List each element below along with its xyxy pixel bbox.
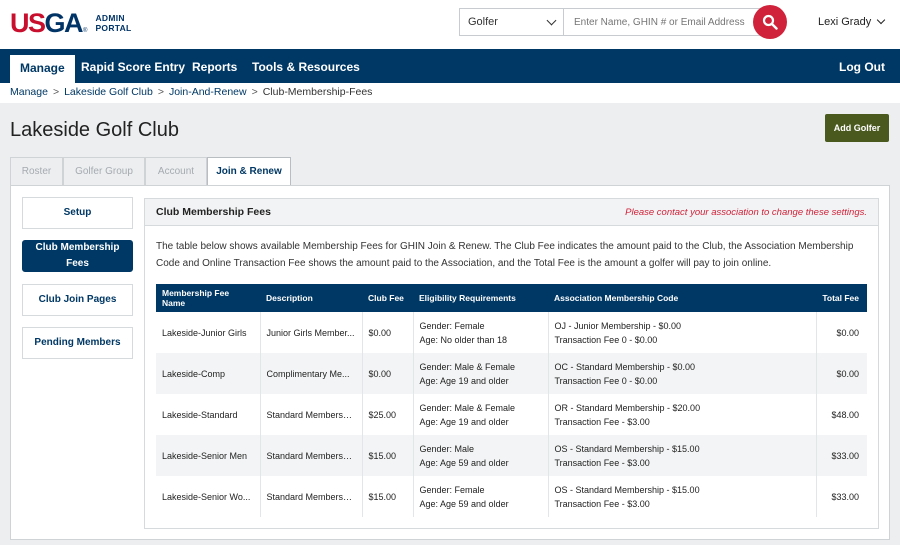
description-text: The table below shows available Membersh… [156,241,854,269]
association-code-cell: OC - Standard Membership - $0.00 Transact… [548,353,817,394]
col-fee-name: Membership Fee Name [156,284,260,312]
chevron-down-icon [546,15,557,25]
col-total-fee: Total Fee [816,284,867,312]
club-fee-cell: $15.00 [362,476,414,517]
main-nav: Manage Rapid Score Entry Reports Tools &… [0,49,900,83]
search-bar: Golfer [459,8,779,36]
side-menu-pending-members[interactable]: Pending Members [22,327,133,359]
search-input[interactable] [564,9,778,35]
fee-name-cell: Lakeside-Junior Girls [156,312,261,353]
chevron-down-icon [876,15,886,25]
breadcrumb-club[interactable]: Lakeside Golf Club [64,86,153,98]
fee-name-cell: Lakeside-Standard [156,394,261,435]
association-code-cell: OJ - Junior Membership - $0.00 Transactio… [548,312,817,353]
eligibility-cell: Gender: Male & Female Age: Age 19 and old… [413,394,549,435]
fee-name-cell: Lakeside-Senior Wo... [156,476,261,517]
tab-join-renew[interactable]: Join & Renew [207,157,291,186]
logo-wordmark: USGA [10,8,83,38]
total-fee-cell: $48.00 [831,409,859,420]
warning-text: Please contact your association to chang… [625,206,867,218]
col-eligibility: Eligibility Requirements [413,284,548,312]
description-cell: Standard Membersh... [260,394,363,435]
breadcrumb-current: Club-Membership-Fees [262,86,373,98]
col-description: Description [260,284,362,312]
association-code-cell: OR - Standard Membership - $20.00 Transac… [548,394,817,435]
description-cell: Complimentary Me... [260,353,363,394]
add-golfer-button[interactable]: Add Golfer [825,114,889,142]
usga-logo[interactable]: USGA ® ADMIN PORTAL [10,8,132,38]
table-row[interactable]: Lakeside-Junior Girls Junior Girls Member… [156,312,867,353]
association-code-cell: OS - Standard Membership - $15.00 Transac… [548,476,817,517]
nav-reports[interactable]: Reports [182,56,247,83]
nav-tools-resources[interactable]: Tools & Resources [242,56,370,83]
logo-subtitle: ADMIN PORTAL [95,13,132,33]
nav-rapid-score-entry[interactable]: Rapid Score Entry [71,56,195,83]
breadcrumb: Manage > Lakeside Golf Club > Join-And-Renew… [0,83,900,103]
fee-name-cell: Lakeside-Senior Men [156,435,261,476]
club-fee-cell: $0.00 [362,312,414,353]
card-header: Club Membership Fees Please contact your… [145,199,878,226]
fee-name-cell: Lakeside-Comp [156,353,261,394]
description-cell: Standard Membersh... [260,476,363,517]
logout-button[interactable]: Log Out [829,56,895,83]
search-type-select[interactable]: Golfer [460,9,564,35]
col-association-code: Association Membership Code [548,284,816,312]
page-title: Lakeside Golf Club [10,119,179,141]
membership-fees-card: Club Membership Fees Please contact your… [144,198,879,529]
eligibility-cell: Gender: Female Age: Age 59 and older [413,476,549,517]
side-menu-club-join-pages[interactable]: Club Join Pages [22,284,133,316]
top-header: USGA ® ADMIN PORTAL Golfer Lexi Grady [0,0,900,49]
breadcrumb-join-renew[interactable]: Join-And-Renew [169,86,247,98]
breadcrumb-manage[interactable]: Manage [10,86,48,98]
tab-golfer-group[interactable]: Golfer Group [63,157,145,185]
total-fee-cell: $0.00 [816,353,867,394]
user-menu[interactable]: Lexi Grady [818,15,886,28]
table-row[interactable]: Lakeside-Standard Standard Membersh... $25… [156,394,867,435]
description-cell: Standard Membersh... [260,435,363,476]
search-icon [762,14,778,30]
association-code-cell: OS - Standard Membership - $15.00 Transac… [548,435,817,476]
eligibility-cell: Gender: Female Age: No older than 18 [413,312,549,353]
side-menu-setup[interactable]: Setup [22,197,133,229]
eligibility-cell: Gender: Male & Female Age: Age 19 and old… [413,353,549,394]
tab-roster[interactable]: Roster [10,157,63,185]
total-fee-cell: $0.00 [836,327,859,338]
eligibility-cell: Gender: Male Age: Age 59 and older [413,435,549,476]
col-club-fee: Club Fee [362,284,413,312]
main-panel: Setup Club Membership Fees Club Join Pag… [10,185,890,540]
total-fee-cell: $33.00 [831,491,859,502]
total-fee-cell: $33.00 [816,435,867,476]
membership-fees-table: Membership Fee Name Description Club Fee… [156,284,867,517]
table-row[interactable]: Lakeside-Senior Men Standard Membersh... $… [156,435,867,476]
club-fee-cell: $25.00 [362,394,414,435]
user-name: Lexi Grady [818,16,872,28]
club-fee-cell: $0.00 [362,353,414,394]
club-fee-cell: $15.00 [362,435,414,476]
card-title: Club Membership Fees [156,206,271,218]
table-row[interactable]: Lakeside-Senior Wo... Standard Membersh..… [156,476,867,517]
table-row[interactable]: Lakeside-Comp Complimentary Me... $0.00 Gen… [156,353,867,394]
side-menu-club-membership-fees[interactable]: Club Membership Fees [22,240,133,272]
tab-account[interactable]: Account [145,157,207,185]
search-button[interactable] [753,5,787,39]
table-header-row: Membership Fee Name Description Club Fee… [156,284,867,312]
description-cell: Junior Girls Member... [260,312,363,353]
nav-manage[interactable]: Manage [10,55,75,83]
